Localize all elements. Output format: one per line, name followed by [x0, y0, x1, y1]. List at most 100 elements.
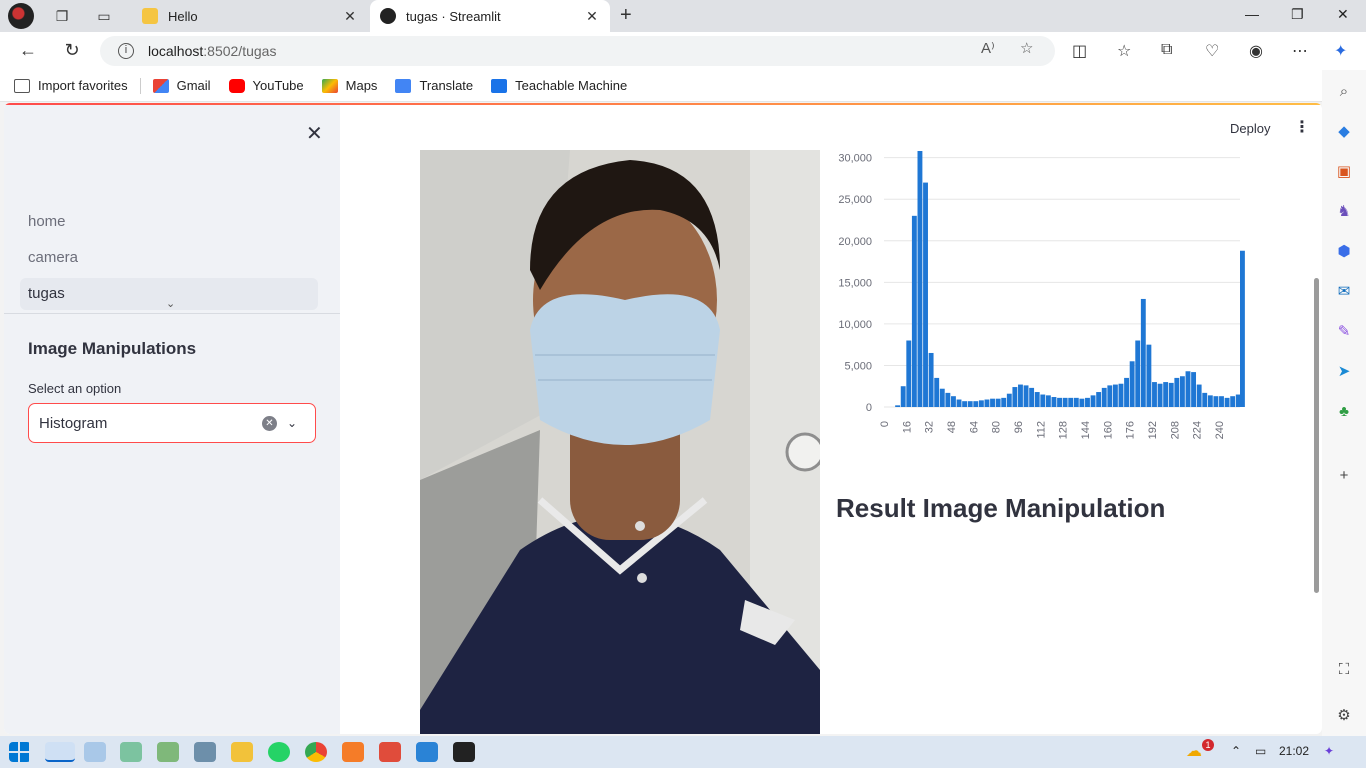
clock-time[interactable]: 21:02 [1279, 744, 1309, 758]
outlook-icon[interactable]: ✉ [1334, 282, 1354, 302]
histogram-bar [1207, 395, 1213, 407]
histogram-bar [1023, 385, 1029, 407]
taskbar-edge-icon[interactable] [45, 742, 75, 762]
copilot-icon[interactable]: ✦ [1334, 41, 1347, 61]
tree-icon[interactable]: ♣ [1334, 402, 1354, 422]
bookmark-youtube[interactable]: YouTube [228, 78, 304, 93]
read-aloud-icon[interactable]: A⁾ [981, 39, 995, 57]
histogram-bar [1135, 340, 1141, 407]
close-icon[interactable]: ✕ [342, 8, 358, 25]
workspaces-icon[interactable]: ❐ [52, 6, 72, 26]
histogram-bar [962, 401, 968, 407]
tab-actions-icon[interactable]: ▭ [94, 6, 114, 26]
profile-avatar[interactable] [8, 3, 34, 29]
start-windows-icon[interactable] [9, 742, 31, 762]
taskbar-android-icon[interactable] [157, 742, 179, 762]
nav-expand-chevron-icon[interactable]: ⌄ [166, 297, 175, 310]
main-menu-icon[interactable]: ⋮ [1294, 117, 1310, 137]
browser-toolbar: ← ↻ i localhost:8502/tugas A⁾ ☆ ◫ ☆ ⧉ ♡ … [0, 32, 1366, 70]
designer-icon[interactable]: ✎ [1334, 322, 1354, 342]
add-icon[interactable]: + [1334, 466, 1354, 486]
y-tick-label: 30,000 [838, 153, 872, 165]
histogram-bar [990, 398, 995, 407]
close-icon[interactable]: ✕ [584, 8, 600, 25]
tools-icon[interactable]: ▣ [1334, 162, 1354, 182]
app-sidebar: ✕ home camera tugas ⌄ Image Manipulation… [4, 105, 340, 734]
taskbar-notepad-icon[interactable] [120, 742, 142, 762]
search-icon[interactable]: ⌕ [1334, 82, 1354, 102]
tab-hello[interactable]: Hello ✕ [132, 0, 368, 32]
x-tick-label: 224 [1192, 421, 1204, 439]
collections-icon[interactable]: ⧉ [1161, 41, 1172, 59]
clear-selection-icon[interactable]: ✕ [262, 415, 277, 431]
address-bar[interactable]: i localhost:8502/tugas [100, 36, 1055, 66]
histogram-bar [1085, 397, 1090, 407]
restore-icon[interactable]: ❐ [1291, 6, 1304, 23]
bookmark-maps[interactable]: Maps [321, 78, 377, 93]
url-host: localhost [148, 43, 204, 59]
refresh-icon[interactable]: ↻ [61, 40, 83, 61]
favorite-star-icon[interactable]: ☆ [1020, 39, 1033, 57]
screenshot-icon[interactable]: ⛶ [1334, 660, 1354, 680]
microsoft365-icon[interactable]: ⬢ [1334, 242, 1354, 262]
more-options-icon[interactable]: ⋯ [1292, 41, 1308, 61]
nav-camera[interactable]: camera [20, 242, 318, 274]
bookmarks-bar: Import favorites Gmail YouTube Maps Tran… [0, 70, 1366, 102]
histogram-bar [1062, 397, 1068, 407]
taskbar-terminal-icon[interactable] [453, 742, 475, 762]
histogram-bar [895, 405, 901, 407]
page-scrollbar[interactable] [1314, 278, 1319, 593]
histogram-bar [1163, 382, 1169, 407]
copilot-taskbar-icon[interactable]: ✦ [1324, 744, 1334, 758]
taskbar-xampp-icon[interactable] [342, 742, 364, 762]
y-tick-label: 15,000 [838, 277, 872, 289]
favorites-icon[interactable]: ☆ [1117, 41, 1131, 61]
send-icon[interactable]: ➤ [1334, 362, 1354, 382]
y-tick-label: 20,000 [838, 236, 872, 248]
captured-photo [420, 150, 820, 734]
bookmark-import-favorites[interactable]: Import favorites [14, 78, 128, 93]
minimize-icon[interactable]: — [1245, 6, 1259, 22]
back-icon[interactable]: ← [17, 40, 39, 61]
taskbar-app-red-icon[interactable] [379, 742, 401, 762]
histogram-bar [1152, 382, 1157, 407]
histogram-bar [1185, 371, 1191, 407]
taskbar-whatsapp-icon[interactable] [268, 742, 290, 762]
bookmark-teachable-machine[interactable]: Teachable Machine [491, 78, 627, 93]
tray-chevron-icon[interactable]: ⌃ [1231, 744, 1241, 758]
taskbar-cisco-icon[interactable] [194, 742, 216, 762]
site-info-icon[interactable]: i [118, 43, 134, 59]
taskbar-explorer-icon[interactable] [231, 742, 253, 762]
bookmark-gmail[interactable]: Gmail [152, 78, 211, 93]
histogram-bar [1191, 372, 1197, 407]
x-tick-label: 96 [1013, 421, 1025, 433]
close-sidebar-icon[interactable]: ✕ [306, 121, 323, 146]
taskbar-vscode-icon[interactable] [416, 742, 438, 762]
histogram-bar [928, 352, 934, 407]
split-screen-icon[interactable]: ◫ [1072, 41, 1087, 61]
y-tick-label: 5,000 [844, 360, 872, 372]
histogram-bar [1045, 395, 1051, 407]
tab-tugas[interactable]: tugas · Streamlit ✕ [370, 0, 610, 32]
deploy-button[interactable]: Deploy [1230, 121, 1270, 136]
chevron-down-icon[interactable]: ⌄ [287, 416, 307, 430]
bookmark-translate[interactable]: Translate [395, 78, 473, 93]
taskbar-app-icon[interactable] [84, 742, 106, 762]
window-close-icon[interactable]: ✕ [1337, 6, 1349, 23]
taskbar-chrome-icon[interactable] [305, 742, 327, 762]
browser-essentials-icon[interactable]: ♡ [1205, 41, 1219, 61]
histogram-svg: 0 5,000 10,000 15,000 20,000 25,000 30,000 0 16 3… [838, 151, 1245, 439]
settings-gear-icon[interactable]: ⚙ [1334, 706, 1354, 726]
shopping-tag-icon[interactable]: ◆ [1334, 122, 1354, 142]
bookmark-label: YouTube [252, 78, 304, 93]
new-tab-icon[interactable]: + [620, 4, 632, 27]
edge-sidebar: ⌕ ◆ ▣ ♞ ⬢ ✉ ✎ ➤ ♣ + ⛶ ⚙ [1322, 70, 1366, 736]
histogram-bar [911, 215, 917, 407]
battery-icon[interactable]: ▭ [1255, 744, 1266, 758]
nav-home[interactable]: home [20, 206, 318, 238]
x-tick-label: 16 [901, 421, 913, 433]
manipulation-select[interactable]: Histogram ✕ ⌄ [28, 403, 316, 443]
weather-icon[interactable]: ☁ [1186, 741, 1202, 761]
games-icon[interactable]: ♞ [1334, 202, 1354, 222]
edge-extension-icon[interactable]: ◉ [1249, 41, 1263, 61]
